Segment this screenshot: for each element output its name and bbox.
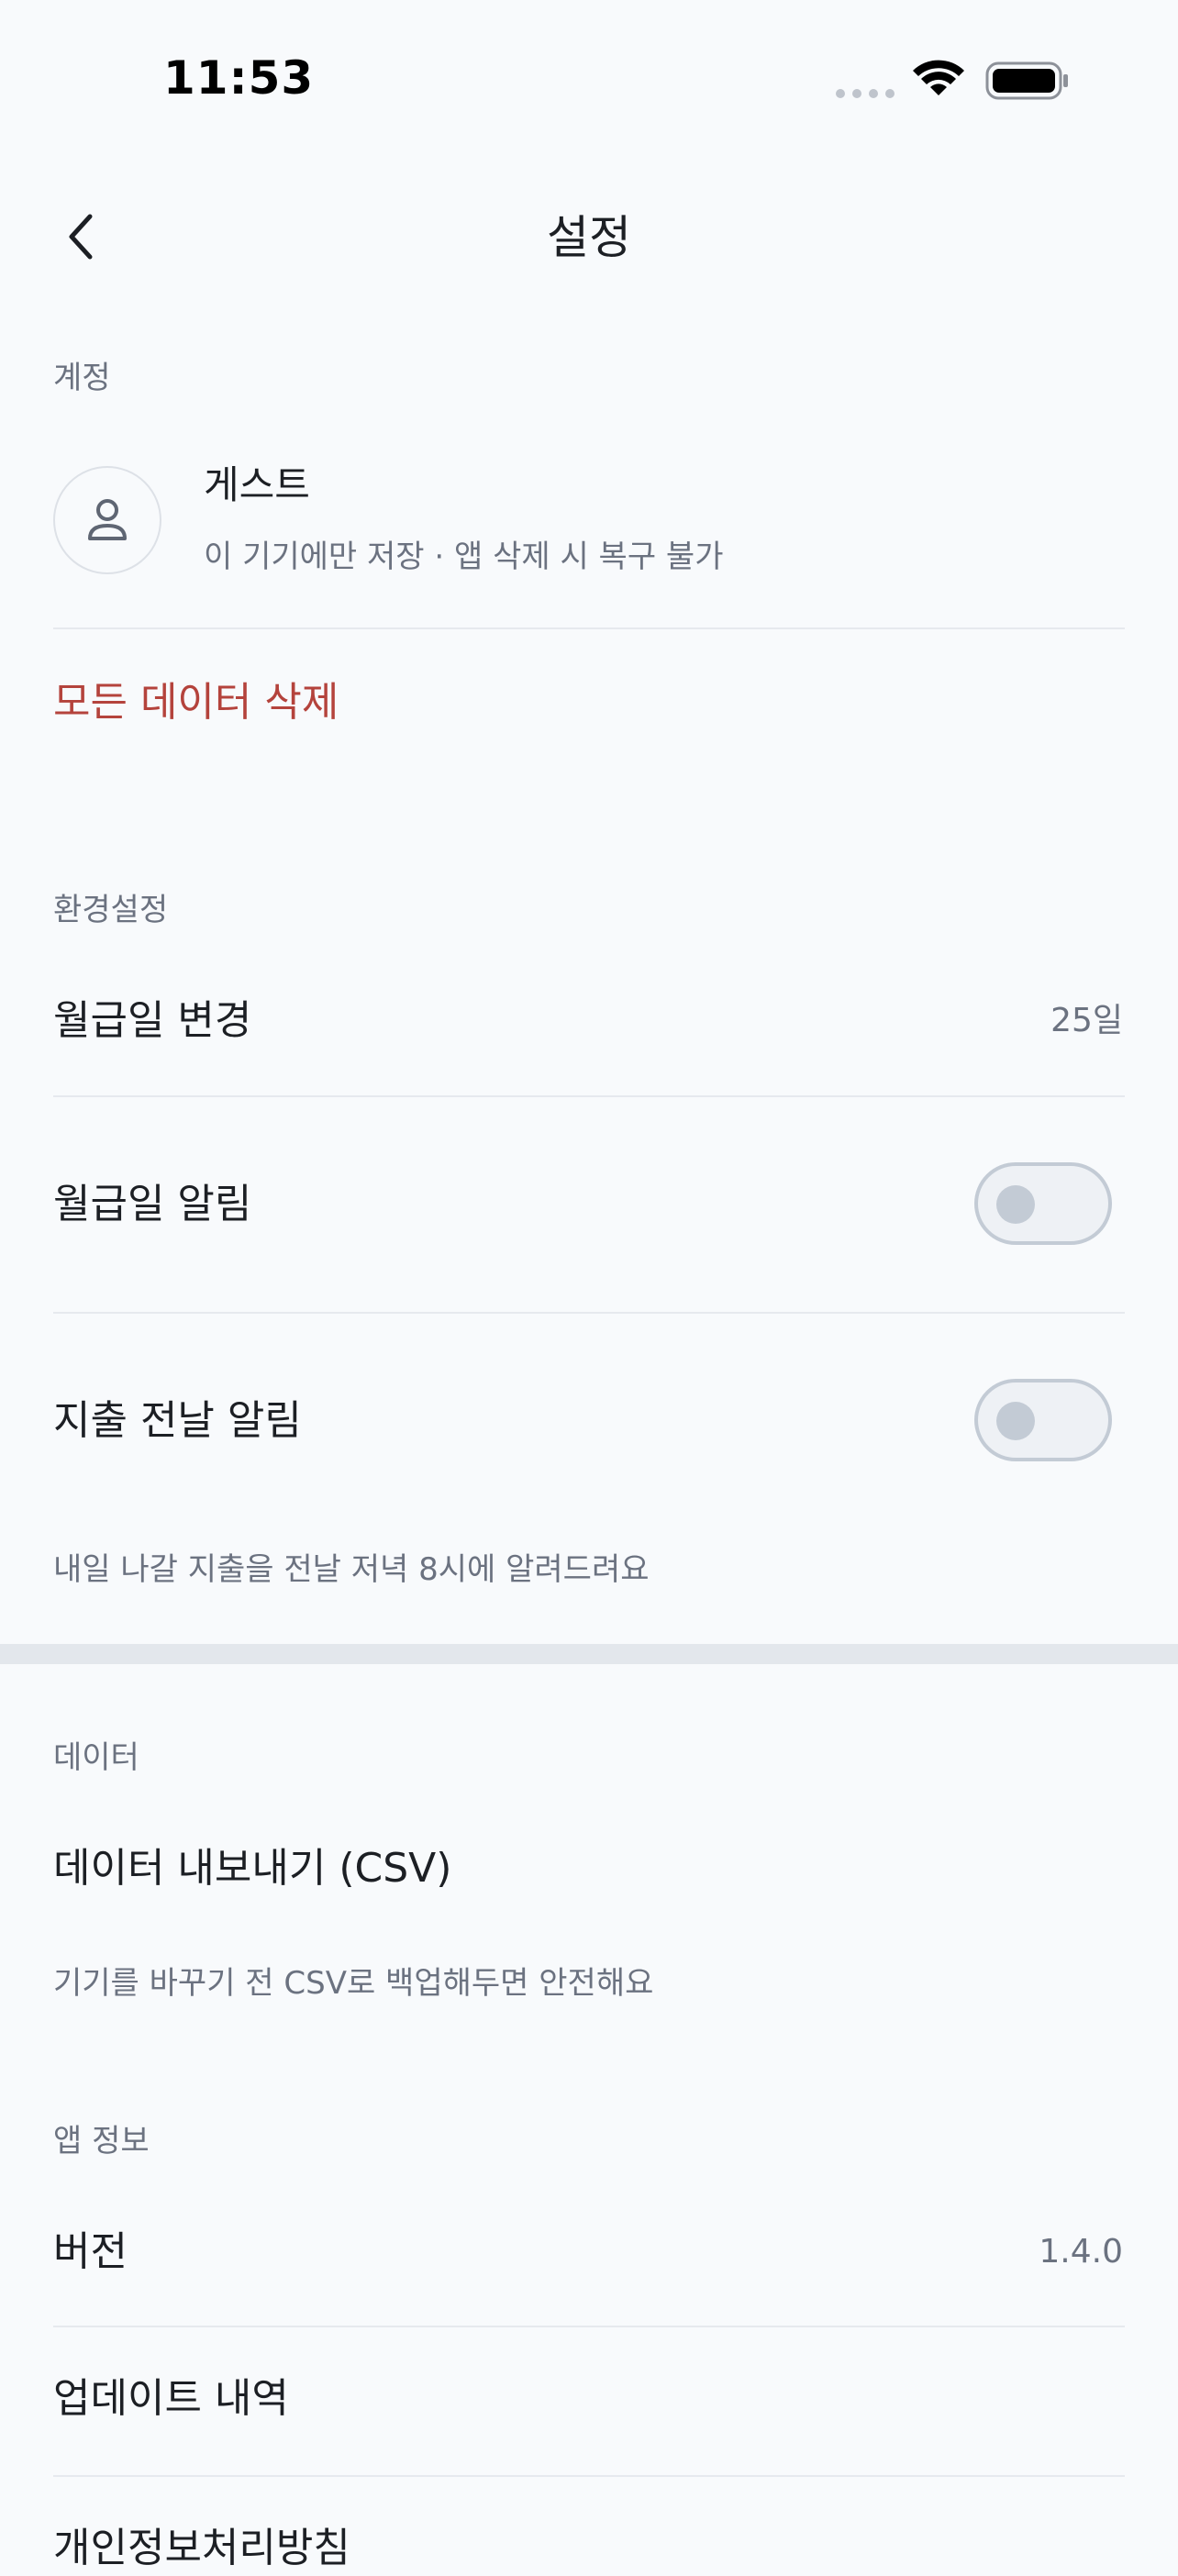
version-label: 버전: [53, 2228, 128, 2275]
delete-all-data-button[interactable]: 모든 데이터 삭제: [53, 675, 339, 730]
payday-change-label: 월급일 변경: [53, 997, 252, 1044]
divider: [53, 2326, 1125, 2327]
account-storage-note: 이 기기에만 저장 · 앱 삭제 시 복구 불가: [204, 539, 724, 575]
section-separator: [0, 1644, 1178, 1664]
account-name: 게스트: [204, 462, 310, 507]
divider: [53, 1095, 1125, 1097]
battery-icon: [985, 61, 1068, 100]
export-csv-label: 데이터 내보내기 (CSV): [53, 1845, 452, 1892]
expense-alert-help: 내일 나갈 지출을 전날 저녁 8시에 알려드려요: [53, 1551, 650, 1588]
update-history-label: 업데이트 내역: [53, 2375, 289, 2422]
expense-alert-label: 지출 전날 알림: [53, 1397, 302, 1444]
toggle-knob: [996, 1402, 1035, 1440]
cellular-signal-icon: [836, 89, 895, 98]
payday-value: 25일: [1050, 1002, 1123, 1039]
toggle-knob: [996, 1185, 1035, 1224]
status-bar: 11:53: [0, 0, 1178, 147]
expense-alert-toggle[interactable]: [974, 1379, 1112, 1461]
status-time: 11:53: [163, 51, 315, 105]
section-header-data: 데이터: [53, 1739, 139, 1776]
section-header-preferences: 환경설정: [53, 892, 169, 928]
user-icon: [88, 499, 127, 540]
account-row[interactable]: [0, 440, 1178, 615]
export-csv-help: 기기를 바꾸기 전 CSV로 백업해두면 안전해요: [53, 1965, 654, 2002]
navigation-bar: 설정: [0, 183, 1178, 290]
divider: [53, 627, 1125, 629]
payday-alert-label: 월급일 알림: [53, 1181, 252, 1227]
payday-alert-toggle[interactable]: [974, 1162, 1112, 1245]
wifi-icon: [913, 60, 964, 95]
privacy-policy-label: 개인정보처리방침: [53, 2525, 350, 2571]
section-header-app-info: 앱 정보: [53, 2123, 150, 2160]
page-title: 설정: [547, 211, 631, 264]
section-header-account: 계정: [53, 360, 111, 396]
version-value: 1.4.0: [1039, 2233, 1123, 2271]
avatar: [53, 466, 161, 574]
divider: [53, 1312, 1125, 1314]
